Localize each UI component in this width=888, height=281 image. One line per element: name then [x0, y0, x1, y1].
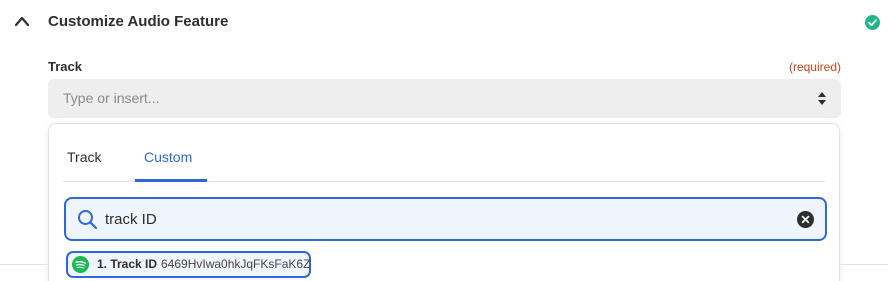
active-tab-indicator — [135, 179, 207, 182]
sort-arrows-icon — [818, 92, 826, 105]
result-item[interactable]: 1. Track ID 6469HvIwa0hkJqFKsFaK6Z — [66, 251, 311, 278]
section-title: Customize Audio Feature — [48, 13, 229, 30]
section-divider-left — [0, 264, 48, 265]
tab-track[interactable]: Track — [67, 148, 101, 166]
section-divider-right — [840, 264, 888, 265]
result-label: 1. Track ID — [97, 257, 158, 271]
track-field-label: Track — [48, 59, 82, 74]
search-icon — [78, 210, 98, 230]
spotify-icon — [72, 256, 89, 273]
chevron-up-icon[interactable] — [13, 14, 31, 28]
tab-custom[interactable]: Custom — [144, 148, 192, 166]
check-circle-icon — [865, 15, 880, 30]
dropdown-tabs: Track Custom — [49, 124, 839, 182]
track-select[interactable]: Type or insert... — [48, 79, 841, 118]
required-indicator: (required) — [788, 60, 841, 74]
track-dropdown-panel: Track Custom 1. Track ID 6469HvIwa0hkJqF… — [48, 123, 840, 281]
result-value: 6469HvIwa0hkJqFKsFaK6Z — [161, 257, 311, 271]
search-box — [64, 197, 827, 241]
search-input[interactable] — [105, 208, 785, 230]
section-header: Customize Audio Feature — [0, 0, 888, 46]
clear-circle-icon[interactable] — [797, 211, 814, 228]
track-select-placeholder: Type or insert... — [63, 90, 160, 106]
